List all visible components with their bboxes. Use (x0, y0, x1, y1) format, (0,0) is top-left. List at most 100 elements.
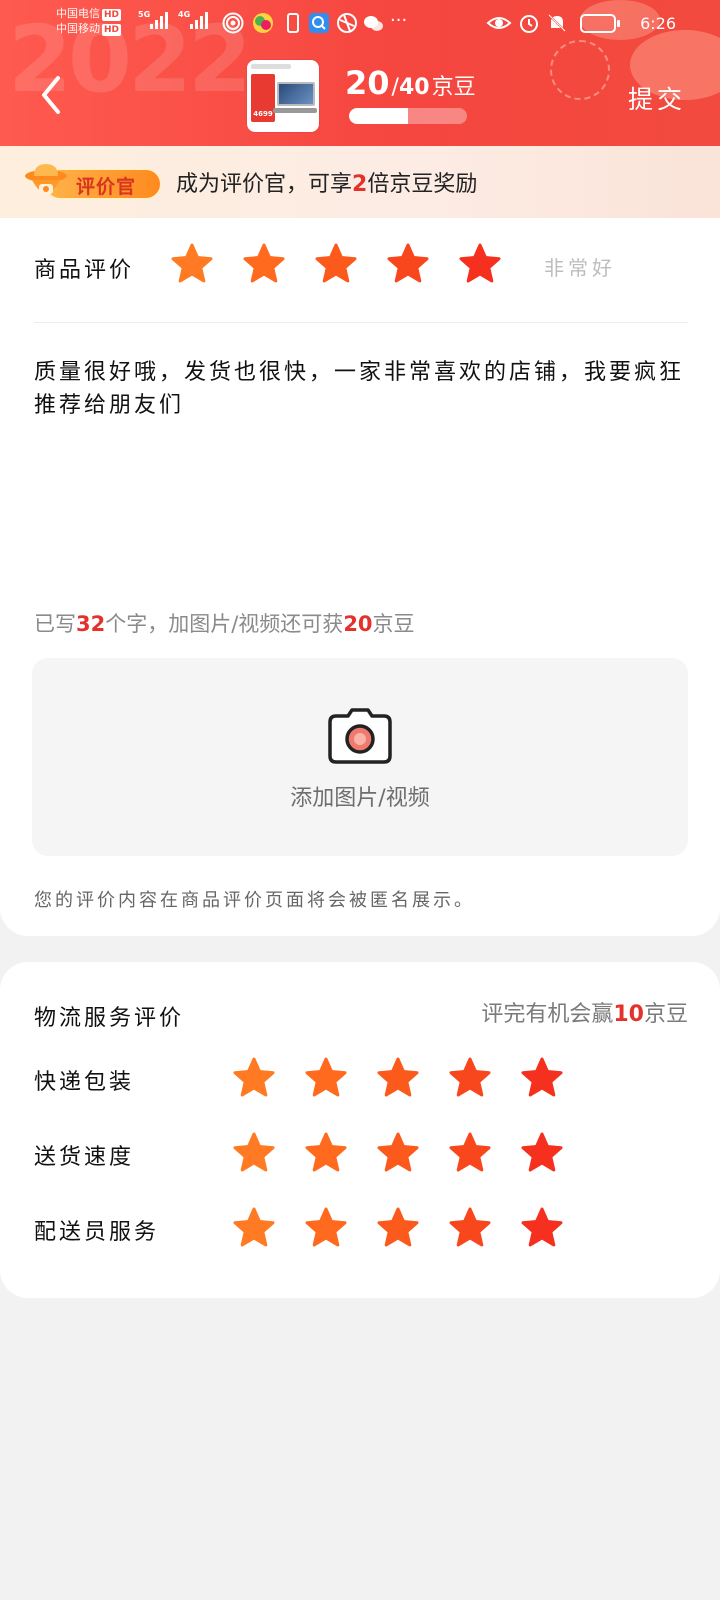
network-4g-label: 4G (178, 10, 191, 19)
anonymous-note: 您的评价内容在商品评价页面将会被匿名展示。 (34, 890, 475, 911)
battery-icon (580, 14, 620, 33)
word-count-hint: 已写32个字，加图片/视频还可获20京豆 (34, 612, 415, 636)
carrier-info: 中国电信 HD 中国移动 HD (56, 6, 122, 36)
reviewer-hat-icon (25, 164, 67, 194)
logistics-star-1-2[interactable] (304, 1056, 348, 1100)
product-star-2[interactable] (242, 242, 286, 286)
hotspot-icon (222, 12, 244, 34)
hd-badge: HD (102, 9, 122, 21)
logistics-item-label: 送货速度 (34, 1145, 135, 1170)
logistics-star-3-5[interactable] (520, 1206, 564, 1250)
product-star-1[interactable] (170, 242, 214, 286)
clock: 6:26 (640, 14, 676, 33)
logistics-star-2-4[interactable] (448, 1131, 492, 1175)
multiplier: 2 (352, 172, 368, 197)
star-icon (521, 1057, 563, 1097)
points-current: 20 (345, 64, 390, 102)
logistics-star-2-2[interactable] (304, 1131, 348, 1175)
star-icon (305, 1132, 347, 1172)
star-icon (171, 243, 213, 283)
product-rating-label: 商品评价 (34, 258, 135, 283)
back-button[interactable] (34, 72, 70, 118)
logistics-star-3-1[interactable] (232, 1206, 276, 1250)
logistics-star-3-3[interactable] (376, 1206, 420, 1250)
product-review-card: 商品评价 非常好 质量很好哦，发货也很快，一家非常喜欢的店铺，我要疯狂推荐给朋友… (0, 218, 720, 936)
logistics-star-1-5[interactable] (520, 1056, 564, 1100)
network-5g-label: 5G (138, 10, 151, 19)
product-star-5[interactable] (458, 242, 502, 286)
star-icon (243, 243, 285, 283)
add-media-label: 添加图片/视频 (290, 786, 430, 811)
star-icon (387, 243, 429, 283)
more-icon: ··· (390, 10, 408, 31)
points-unit: 京豆 (431, 75, 476, 100)
reviewer-badge: 评价官 (24, 160, 164, 204)
star-icon (459, 243, 501, 283)
star-icon (233, 1207, 275, 1247)
star-icon (377, 1207, 419, 1247)
star-icon (449, 1057, 491, 1097)
logistics-star-1-3[interactable] (376, 1056, 420, 1100)
points-separator: / (391, 75, 399, 100)
logistics-star-1-1[interactable] (232, 1056, 276, 1100)
bell-muted-icon (548, 14, 566, 32)
add-media-button[interactable]: 添加图片/视频 (32, 658, 688, 856)
firework-decoration (550, 40, 610, 100)
submit-button[interactable]: 提交 (628, 80, 686, 116)
star-icon (377, 1057, 419, 1097)
reviewer-promo-banner[interactable]: 评价官 成为评价官，可享2倍京豆奖励 (0, 146, 720, 218)
logistics-star-2-5[interactable] (520, 1131, 564, 1175)
star-icon (305, 1207, 347, 1247)
browser-icon (337, 13, 357, 33)
logistics-star-3-4[interactable] (448, 1206, 492, 1250)
signal-icon (150, 12, 168, 29)
hd-badge: HD (102, 24, 122, 36)
status-bar: 中国电信 HD 中国移动 HD 5G 4G ··· 6:26 (0, 0, 720, 48)
word-count: 32 (76, 612, 106, 636)
search-app-icon (309, 13, 329, 33)
points-progress-bar (349, 108, 467, 124)
star-icon (521, 1132, 563, 1172)
rating-text: 非常好 (544, 256, 616, 280)
star-icon (305, 1057, 347, 1097)
badge-label: 评价官 (76, 176, 137, 198)
eye-icon (486, 17, 512, 29)
header-bar: 2022 中国电信 HD 中国移动 HD 5G 4G ··· 6:26 4699 2… (0, 0, 720, 146)
carrier-1: 中国电信 (56, 7, 100, 20)
alarm-icon (520, 15, 538, 33)
star-icon (449, 1207, 491, 1247)
star-icon (233, 1057, 275, 1097)
star-icon (233, 1132, 275, 1172)
star-icon (377, 1132, 419, 1172)
wechat-icon (364, 16, 383, 31)
logistics-item-label: 快递包装 (34, 1070, 135, 1095)
star-icon (521, 1207, 563, 1247)
logistics-star-2-3[interactable] (376, 1131, 420, 1175)
jingdou-points: 20 / 40 京豆 (345, 64, 476, 102)
star-icon (449, 1132, 491, 1172)
carrier-2: 中国移动 (56, 22, 100, 35)
logistics-star-1-4[interactable] (448, 1056, 492, 1100)
star-icon (315, 243, 357, 283)
app-icon (253, 13, 273, 33)
product-star-4[interactable] (386, 242, 430, 286)
bonus-amount: 20 (343, 612, 373, 636)
logistics-review-card: 物流服务评价 评完有机会赢10京豆 快递包装送货速度配送员服务 (0, 962, 720, 1298)
camera-icon (328, 708, 392, 764)
reward-amount: 10 (613, 1002, 644, 1027)
logistics-item-label: 配送员服务 (34, 1220, 160, 1245)
review-textarea[interactable]: 质量很好哦，发货也很快，一家非常喜欢的店铺，我要疯狂推荐给朋友们 (34, 356, 688, 422)
divider (34, 322, 688, 323)
logistics-star-3-2[interactable] (304, 1206, 348, 1250)
progress-fill (349, 108, 408, 124)
phone-icon (287, 13, 299, 33)
laptop-image (277, 82, 315, 106)
points-total: 40 (398, 75, 430, 100)
product-star-3[interactable] (314, 242, 358, 286)
logistics-star-2-1[interactable] (232, 1131, 276, 1175)
signal-icon (190, 12, 208, 29)
logistics-title: 物流服务评价 (34, 1006, 185, 1031)
logistics-reward-hint: 评完有机会赢10京豆 (481, 1002, 688, 1027)
promo-text: 成为评价官，可享2倍京豆奖励 (176, 172, 478, 197)
product-thumbnail[interactable]: 4699 (247, 60, 319, 132)
